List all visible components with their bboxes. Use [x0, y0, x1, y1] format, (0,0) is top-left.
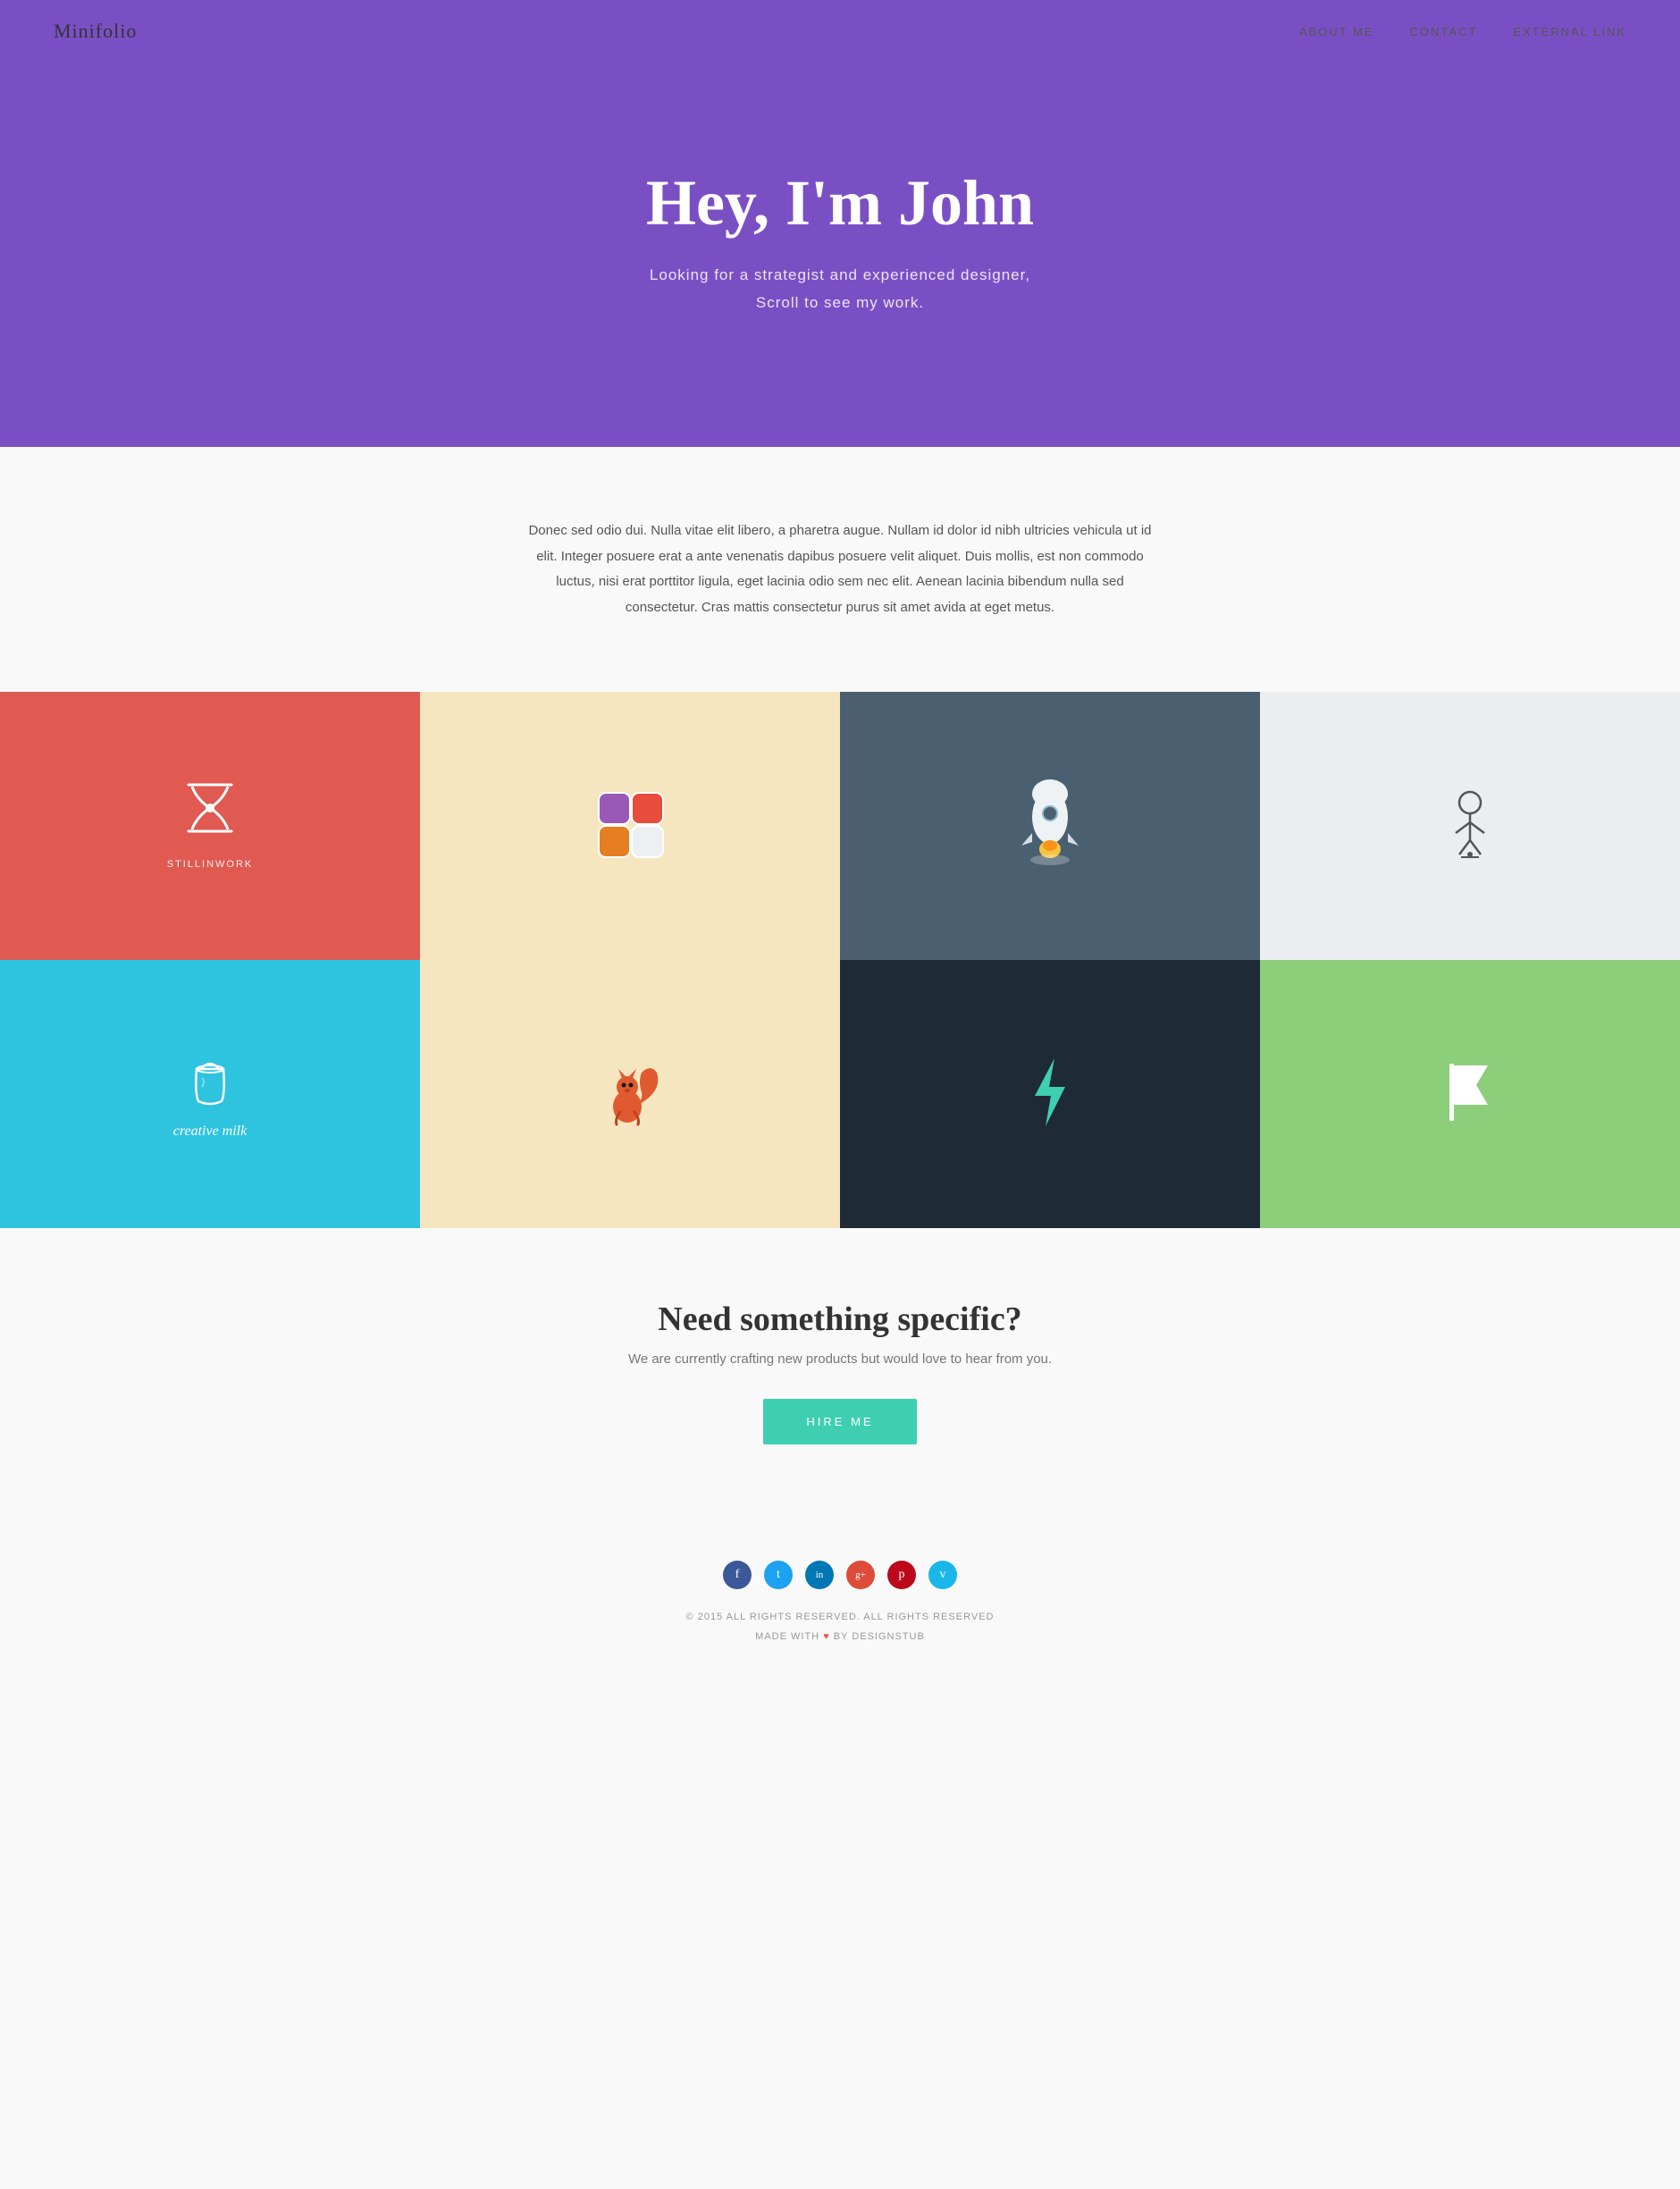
hero-section: Hey, I'm John Looking for a strategist a… [0, 0, 1680, 447]
nav-about-me[interactable]: ABOUT ME [1299, 25, 1374, 38]
twitter-icon[interactable]: t [764, 1561, 793, 1589]
portfolio-grid: STILLINWORK [0, 692, 1680, 1228]
portfolio-item-rocket[interactable] [840, 692, 1260, 960]
flag-icon [1439, 1057, 1501, 1132]
nav-contact[interactable]: CONTACT [1409, 25, 1477, 38]
nav-external-link[interactable]: EXTERNAL LINK [1513, 25, 1626, 38]
person-icon [1443, 788, 1497, 864]
creative-milk-label: creative milk [173, 1124, 247, 1140]
hire-me-button[interactable]: HIRE ME [763, 1399, 916, 1444]
milk-icon [179, 1049, 241, 1116]
footer: f t in g+ p v © 2015 ALL RIGHTS RESERVED… [0, 1516, 1680, 1682]
cta-section: Need something specific? We are currentl… [0, 1228, 1680, 1516]
portfolio-item-squares-app[interactable] [420, 692, 840, 960]
facebook-icon[interactable]: f [723, 1561, 752, 1589]
hourglass-icon [185, 783, 235, 850]
nav-links: ABOUT ME CONTACT EXTERNAL LINK [1299, 25, 1626, 38]
stillinwork-label: STILLINWORK [167, 859, 254, 870]
portfolio-item-squirrel[interactable] [420, 960, 840, 1228]
portfolio-item-flag[interactable] [1260, 960, 1680, 1228]
google-plus-icon[interactable]: g+ [846, 1561, 875, 1589]
cta-subtitle: We are currently crafting new products b… [36, 1351, 1644, 1367]
cta-title: Need something specific? [36, 1300, 1644, 1339]
pinterest-icon[interactable]: p [887, 1561, 916, 1589]
heart-icon: ♥ [823, 1631, 834, 1642]
logo[interactable]: Minifolio [54, 20, 137, 43]
navbar: Minifolio ABOUT ME CONTACT EXTERNAL LINK [0, 0, 1680, 63]
rocket-icon [1014, 779, 1086, 873]
hero-title: Hey, I'm John [646, 166, 1034, 240]
social-icons: f t in g+ p v [36, 1561, 1644, 1589]
squirrel-icon [599, 1057, 661, 1132]
about-text: Donec sed odio dui. Nulla vitae elit lib… [527, 518, 1153, 620]
hero-subtitle: Looking for a strategist and experienced… [650, 262, 1030, 316]
portfolio-item-person[interactable] [1260, 692, 1680, 960]
vimeo-icon[interactable]: v [928, 1561, 957, 1589]
linkedin-icon[interactable]: in [805, 1561, 834, 1589]
bolt-icon [1028, 1057, 1072, 1132]
portfolio-item-bolt[interactable] [840, 960, 1260, 1228]
footer-copyright: © 2015 ALL RIGHTS RESERVED. ALL RIGHTS R… [36, 1607, 1644, 1646]
about-section: Donec sed odio dui. Nulla vitae elit lib… [0, 447, 1680, 692]
squares-app-icon [594, 788, 666, 864]
portfolio-item-stillinwork[interactable]: STILLINWORK [0, 692, 420, 960]
portfolio-item-creative-milk[interactable]: creative milk [0, 960, 420, 1228]
